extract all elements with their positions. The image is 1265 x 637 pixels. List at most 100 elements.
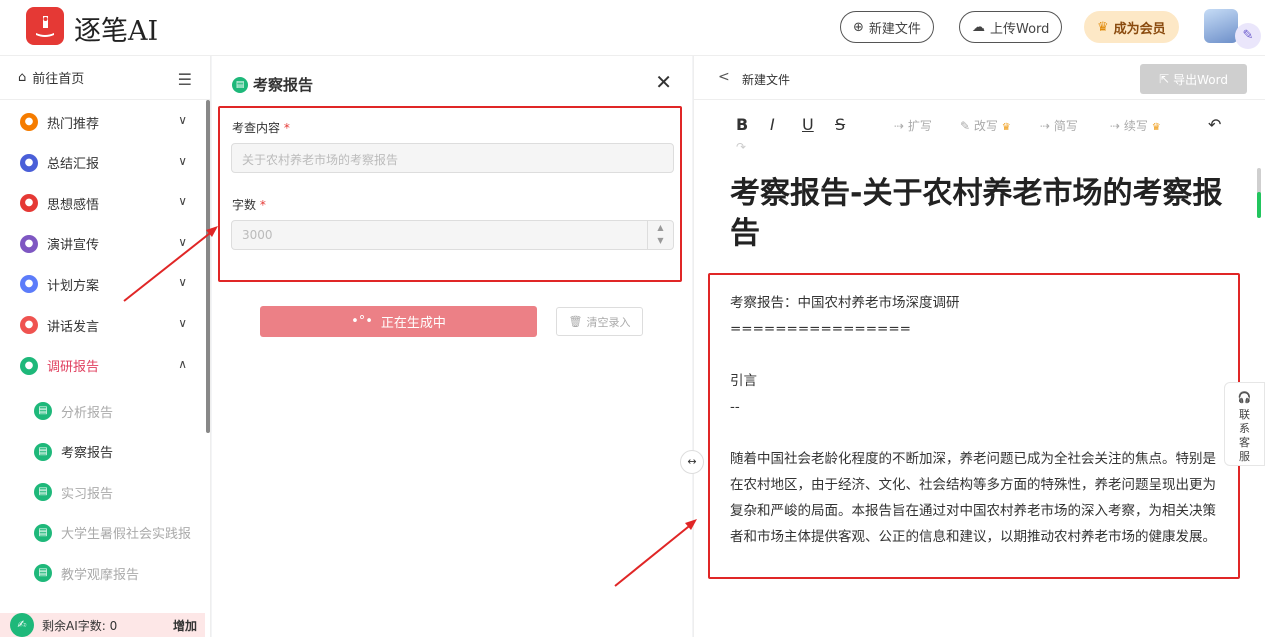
underline-button[interactable]: U (802, 115, 814, 134)
sidebar-sub-item[interactable]: ▤ 分析报告 (0, 391, 205, 431)
back-chevron-icon[interactable]: < (718, 69, 730, 85)
continue-write-button[interactable]: ⇢ 续写 ♛ (1110, 117, 1161, 134)
become-vip-label: 成为会员 (1113, 21, 1166, 37)
content-input[interactable]: 关于农村养老市场的考察报告 (231, 143, 674, 173)
sidebar-item[interactable]: ● 计划方案 ∨ (0, 264, 205, 304)
continue-icon: ⇢ (1110, 119, 1121, 133)
number-stepper[interactable]: ▲ ▼ (647, 221, 673, 249)
sidebar-item[interactable]: ● 讲话发言 ∨ (0, 305, 205, 345)
collapse-menu-icon[interactable]: ☰ (178, 70, 192, 89)
intro-heading: 引言 (730, 373, 757, 389)
sidebar-scrollbar[interactable] (206, 100, 210, 433)
rewrite-button[interactable]: ✎ 改写 ♛ (960, 117, 1011, 134)
strikethrough-button[interactable]: S (835, 115, 845, 134)
sidebar-sub-item-label: 分析报告 (61, 405, 114, 421)
document-editor: < 新建文件 ⇱ 导出Word B I U S ⇢ 扩写 ✎ 改写 ♛ ⇢ 简写… (693, 56, 1265, 637)
content-label-text: 考查内容 (232, 121, 281, 135)
document-body[interactable]: 考察报告：中国农村养老市场深度调研 ================ 引言 --… (730, 290, 1225, 550)
intro-rule: -- (730, 399, 740, 415)
report-icon: ▤ (34, 564, 52, 583)
category-icon: ● (20, 316, 38, 334)
category-icon: ● (20, 275, 38, 294)
sidebar-item-label: 调研报告 (47, 360, 100, 376)
chevron-icon[interactable]: ∧ (178, 357, 187, 371)
sidebar-sub-item[interactable]: ▤ 实习报告 (0, 472, 205, 512)
remaining-words-bar: ✍ 剩余AI字数: 0 增加 (0, 613, 205, 637)
sidebar-item[interactable]: ● 热门推荐 ∨ (0, 102, 205, 142)
sidebar-item[interactable]: ● 调研报告 ∧ (0, 346, 205, 386)
home-icon: ⌂ (18, 70, 27, 85)
remaining-words-label: 剩余AI字数: 0 (42, 618, 118, 633)
upload-cloud-icon: ☁ (972, 19, 985, 35)
customer-support-button[interactable]: 🎧 联系客服 (1224, 382, 1265, 466)
intro-paragraph: 随着中国社会老龄化程度的不断加深，养老问题已成为全社会关注的焦点。特别是在农村地… (730, 451, 1216, 545)
italic-button[interactable]: I (770, 115, 775, 134)
trash-icon: 🗑 (568, 315, 583, 328)
sidebar-item[interactable]: ● 演讲宣传 ∨ (0, 224, 205, 264)
chevron-icon[interactable]: ∨ (178, 275, 187, 289)
form-title: ▤ 考察报告 (232, 74, 313, 95)
export-word-button[interactable]: ⇱ 导出Word (1140, 64, 1247, 94)
sidebar-item[interactable]: ● 总结汇报 ∨ (0, 143, 205, 183)
app-logo-text[interactable]: 逐笔AI (74, 9, 158, 48)
new-file-button[interactable]: ⊕ 新建文件 (840, 11, 934, 43)
category-icon: ● (20, 194, 38, 213)
sidebar: ⌂ 前往首页 ☰ ● 热门推荐 ∨ ● 总结汇报 ∨ ● 思想感悟 ∨ ● 演讲宣传 ∨ ● 计划方案 ∨ ●… (0, 56, 211, 637)
headset-icon: 🎧 (1237, 391, 1252, 404)
word-count-input[interactable]: 3000 ▲ ▼ (231, 220, 674, 250)
sidebar-sub-item[interactable]: ▤ 考察报告 (0, 432, 205, 472)
panel-resize-handle[interactable]: ↔ (680, 450, 704, 474)
sidebar-sub-item[interactable]: ▤ 大学生暑假社会实践报 (0, 513, 205, 553)
sidebar-item-label: 演讲宣传 (47, 238, 100, 254)
sidebar-item-label: 热门推荐 (47, 116, 100, 132)
simplify-label: 简写 (1053, 119, 1078, 133)
document-title[interactable]: 考察报告-关于农村养老市场的考察报告 (730, 174, 1230, 254)
sidebar-sub-item-label: 考察报告 (61, 446, 114, 462)
required-mark: * (283, 121, 290, 135)
chevron-icon[interactable]: ∨ (178, 113, 187, 127)
document-icon: ✍ (10, 613, 34, 637)
simplify-button[interactable]: ⇢ 简写 (1040, 117, 1078, 134)
report-icon: ▤ (34, 442, 52, 461)
required-mark: * (259, 198, 266, 212)
top-bar: 逐笔AI ⊕ 新建文件 ☁ 上传Word ♛ 成为会员 ✎ (0, 0, 1265, 56)
sidebar-item-label: 讲话发言 (47, 319, 100, 335)
app-logo-icon[interactable] (26, 7, 64, 45)
sidebar-item-label: 总结汇报 (47, 157, 100, 173)
redo-icon[interactable]: ↷ (736, 140, 746, 154)
become-vip-button[interactable]: ♛ 成为会员 (1084, 11, 1179, 43)
word-count-field-label: 字数 * (232, 196, 266, 213)
generate-button[interactable]: •°• 正在生成中 (260, 306, 537, 337)
category-icon: ● (20, 153, 38, 172)
add-words-link[interactable]: 增加 (173, 617, 197, 634)
clear-input-button[interactable]: 🗑 清空录入 (556, 307, 643, 336)
expand-write-button[interactable]: ⇢ 扩写 (894, 117, 932, 134)
stepper-up-icon[interactable]: ▲ (648, 221, 673, 234)
sidebar-sub-item-label: 实习报告 (61, 486, 114, 502)
report-icon: ▤ (232, 76, 248, 93)
expand-label: 扩写 (907, 119, 932, 133)
crown-icon: ♛ (1097, 19, 1109, 35)
rewrite-label: 改写 (973, 119, 998, 133)
support-label: 联系客服 (1239, 408, 1250, 463)
chevron-icon[interactable]: ∨ (178, 316, 187, 330)
chevron-icon[interactable]: ∨ (178, 194, 187, 208)
user-avatar[interactable] (1204, 9, 1238, 43)
undo-icon[interactable]: ↶ (1208, 115, 1221, 134)
sidebar-item[interactable]: ● 思想感悟 ∨ (0, 183, 205, 223)
expand-icon: ⇢ (894, 119, 905, 133)
sidebar-sub-item-label: 大学生暑假社会实践报 (61, 527, 192, 543)
editor-scroll-thumb[interactable] (1257, 192, 1261, 218)
close-icon[interactable]: ✕ (655, 70, 672, 94)
generate-label: 正在生成中 (380, 316, 446, 331)
category-icon: ● (20, 356, 38, 375)
upload-word-label: 上传Word (990, 21, 1050, 37)
upload-word-button[interactable]: ☁ 上传Word (959, 11, 1063, 43)
bold-button[interactable]: B (736, 115, 748, 134)
chevron-icon[interactable]: ∨ (178, 154, 187, 168)
sidebar-sub-item[interactable]: ▤ 教学观摩报告 (0, 553, 205, 593)
chat-badge-icon[interactable]: ✎ (1235, 23, 1261, 49)
chevron-icon[interactable]: ∨ (178, 235, 187, 249)
stepper-down-icon[interactable]: ▼ (648, 234, 673, 247)
report-icon: ▤ (34, 402, 52, 420)
